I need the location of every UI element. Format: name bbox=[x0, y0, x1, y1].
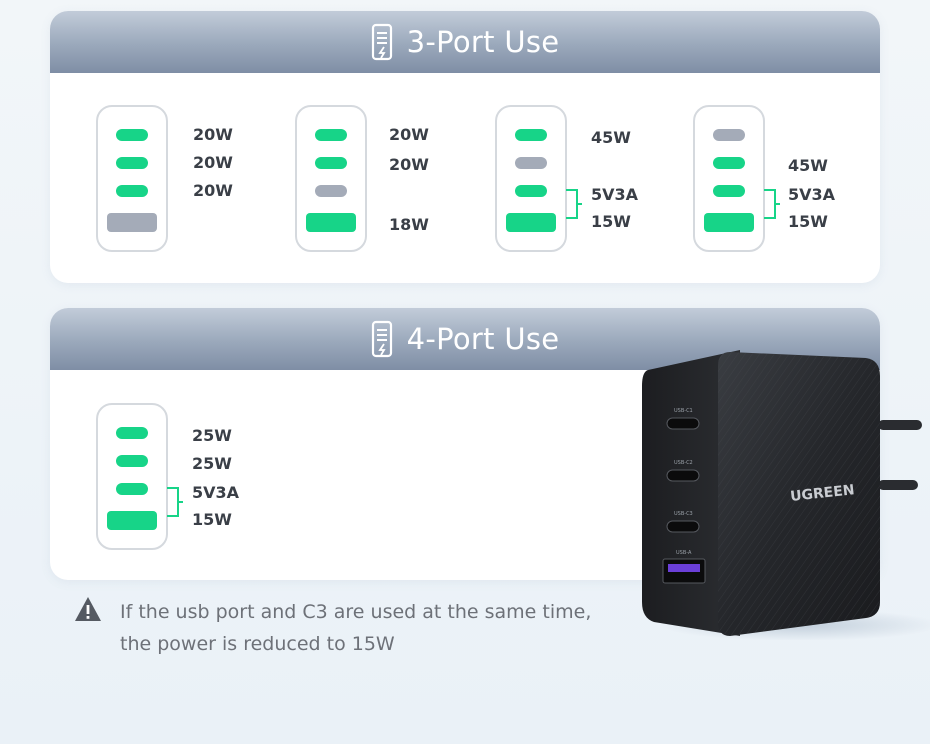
port-label-c2: USB-C2 bbox=[674, 460, 693, 466]
power-label: 20W bbox=[389, 155, 429, 174]
power-label: 5V3A bbox=[788, 185, 836, 204]
usb-c2-port bbox=[116, 455, 148, 467]
usb-a-port bbox=[107, 511, 157, 530]
usb-c3-port bbox=[713, 185, 745, 197]
usb-c1-port bbox=[116, 129, 148, 141]
usb-c3-port bbox=[315, 185, 347, 197]
power-label: 25W bbox=[192, 426, 232, 445]
usb-a-port bbox=[704, 213, 754, 232]
usb-c2-socket bbox=[666, 469, 700, 482]
usb-c2-port bbox=[713, 157, 745, 169]
usb-c3-port bbox=[515, 185, 547, 197]
usb-a-port bbox=[506, 213, 556, 232]
usb-c3-port bbox=[116, 483, 148, 495]
warning-icon bbox=[75, 597, 101, 621]
power-label: 5V3A bbox=[591, 185, 639, 204]
power-label: 25W bbox=[192, 454, 232, 473]
power-label: 20W bbox=[193, 181, 233, 200]
power-label: 20W bbox=[389, 125, 429, 144]
power-label: 20W bbox=[193, 125, 233, 144]
usb-a-port bbox=[306, 213, 356, 232]
power-label: 15W bbox=[192, 510, 232, 529]
port-config-1 bbox=[96, 105, 168, 252]
four-port-title: 4-Port Use bbox=[406, 322, 560, 356]
warning-note: If the usb port and C3 are used at the s… bbox=[74, 596, 640, 660]
three-port-panel: 3-Port Use 20W 20W 20W 20W 20W 18W 45W 5… bbox=[50, 11, 880, 283]
usb-c2-port bbox=[515, 157, 547, 169]
usb-c1-port bbox=[315, 129, 347, 141]
port-config-4 bbox=[693, 105, 765, 252]
shared-power-bracket bbox=[764, 189, 780, 219]
charger-product-image: USB-C1 USB-C2 USB-C3 USB-A UGREEN bbox=[642, 350, 930, 640]
usb-a-socket bbox=[662, 558, 706, 584]
usb-c3-port bbox=[116, 185, 148, 197]
warning-text: If the usb port and C3 are used at the s… bbox=[120, 596, 640, 660]
plug-pin-top bbox=[878, 420, 922, 430]
three-port-header: 3-Port Use bbox=[50, 11, 880, 73]
power-label: 45W bbox=[591, 128, 631, 147]
port-label-c3: USB-C3 bbox=[674, 511, 693, 517]
usb-c1-port bbox=[515, 129, 547, 141]
usb-a-port bbox=[107, 213, 157, 232]
power-label: 5V3A bbox=[192, 483, 240, 502]
power-label: 15W bbox=[788, 212, 828, 231]
charger-icon bbox=[371, 320, 392, 358]
charger-icon bbox=[371, 23, 392, 61]
usb-c2-port bbox=[315, 157, 347, 169]
port-label-c1: USB-C1 bbox=[674, 408, 693, 414]
port-label-a: USB-A bbox=[676, 550, 692, 556]
plug-pin-bottom bbox=[878, 480, 918, 490]
usb-c2-port bbox=[116, 157, 148, 169]
power-label: 15W bbox=[591, 212, 631, 231]
port-config-all bbox=[96, 403, 168, 550]
usb-c3-socket bbox=[666, 520, 700, 533]
power-label: 45W bbox=[788, 156, 828, 175]
usb-c1-socket bbox=[666, 417, 700, 430]
usb-c1-port bbox=[713, 129, 745, 141]
port-config-2 bbox=[295, 105, 367, 252]
shared-power-bracket bbox=[167, 487, 183, 517]
power-label: 18W bbox=[389, 215, 429, 234]
shared-power-bracket bbox=[566, 189, 582, 219]
warning-line-2: the power is reduced to 15W bbox=[120, 633, 395, 655]
three-port-title: 3-Port Use bbox=[406, 25, 560, 59]
port-config-3 bbox=[495, 105, 567, 252]
usb-c1-port bbox=[116, 427, 148, 439]
warning-line-1: If the usb port and C3 are used at the s… bbox=[120, 601, 592, 623]
power-label: 20W bbox=[193, 153, 233, 172]
